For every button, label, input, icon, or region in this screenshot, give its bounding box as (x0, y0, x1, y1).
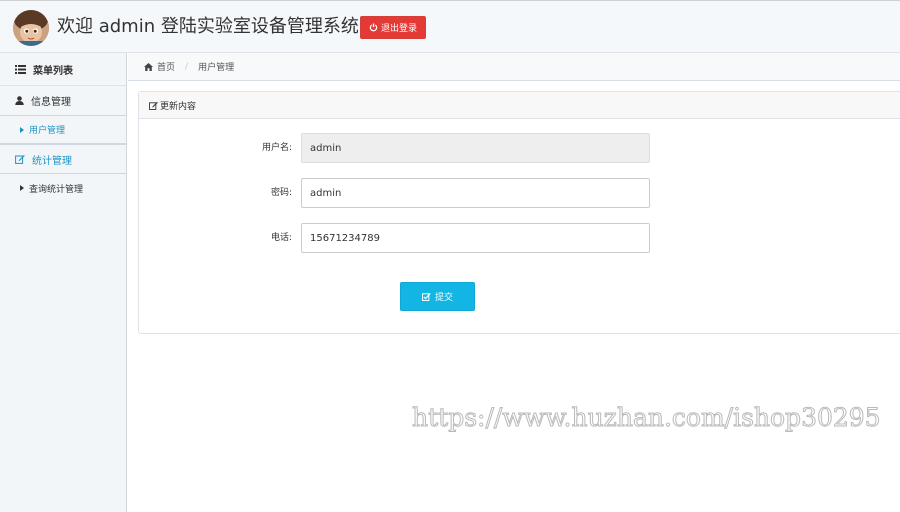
panel-header: 更新内容 (139, 92, 900, 119)
power-icon (369, 23, 378, 32)
password-label: 密码: (270, 188, 292, 198)
phone-value: 15671234789 (310, 232, 380, 244)
avatar (13, 10, 49, 46)
breadcrumb-current: 用户管理 (198, 63, 235, 73)
top-header: 欢迎 admin 登陆实验室设备管理系统 退出登录 (0, 0, 900, 53)
submit-button[interactable]: 提交 (400, 282, 475, 311)
sidebar-group-statistics-label: 统计管理 (32, 155, 72, 167)
sidebar-item-label: 用户管理 (29, 126, 66, 136)
sidebar-menu-title: 菜单列表 (0, 53, 126, 86)
logout-button[interactable]: 退出登录 (360, 16, 426, 39)
phone-field[interactable]: 15671234789 (301, 223, 650, 253)
username-label: 用户名: (261, 143, 292, 153)
password-field[interactable]: admin (301, 178, 650, 208)
sidebar-item-label: 查询统计管理 (29, 184, 84, 195)
sidebar-item-query-statistics[interactable]: 查询统计管理 (0, 174, 126, 202)
sidebar-item-user-management[interactable]: 用户管理 (0, 116, 126, 144)
breadcrumb-home[interactable]: 首页 (157, 60, 175, 73)
username-field[interactable]: admin (301, 133, 650, 163)
caret-right-icon (20, 126, 24, 133)
password-value: admin (310, 187, 342, 199)
caret-right-icon (20, 185, 24, 191)
user-icon (15, 96, 24, 105)
logout-label: 退出登录 (380, 24, 417, 34)
breadcrumb-separator: / (185, 61, 189, 72)
watermark: https://www.huzhan.com/ishop30295 (412, 403, 882, 433)
update-panel: 更新内容 (138, 91, 900, 334)
breadcrumb: 首页 / 用户管理 (128, 53, 900, 81)
edit-icon (149, 101, 158, 110)
submit-label: 提交 (434, 293, 453, 303)
panel-title: 更新内容 (160, 101, 197, 112)
username-value: admin (310, 142, 342, 154)
home-icon (144, 62, 153, 71)
checkbox-edit-icon (422, 292, 431, 301)
sidebar-group-info[interactable]: 信息管理 (0, 86, 126, 116)
sidebar: 菜单列表 信息管理 用户管理 统计管理 查询统计管理 (0, 53, 127, 512)
list-icon (15, 64, 26, 74)
sidebar-menu-title-label: 菜单列表 (33, 65, 73, 77)
edit-icon (15, 155, 25, 164)
phone-label: 电话: (270, 233, 292, 243)
sidebar-group-info-label: 信息管理 (31, 97, 71, 108)
site-title: 欢迎 admin 登陆实验室设备管理系统 (57, 16, 359, 37)
sidebar-group-statistics[interactable]: 统计管理 (0, 144, 126, 174)
